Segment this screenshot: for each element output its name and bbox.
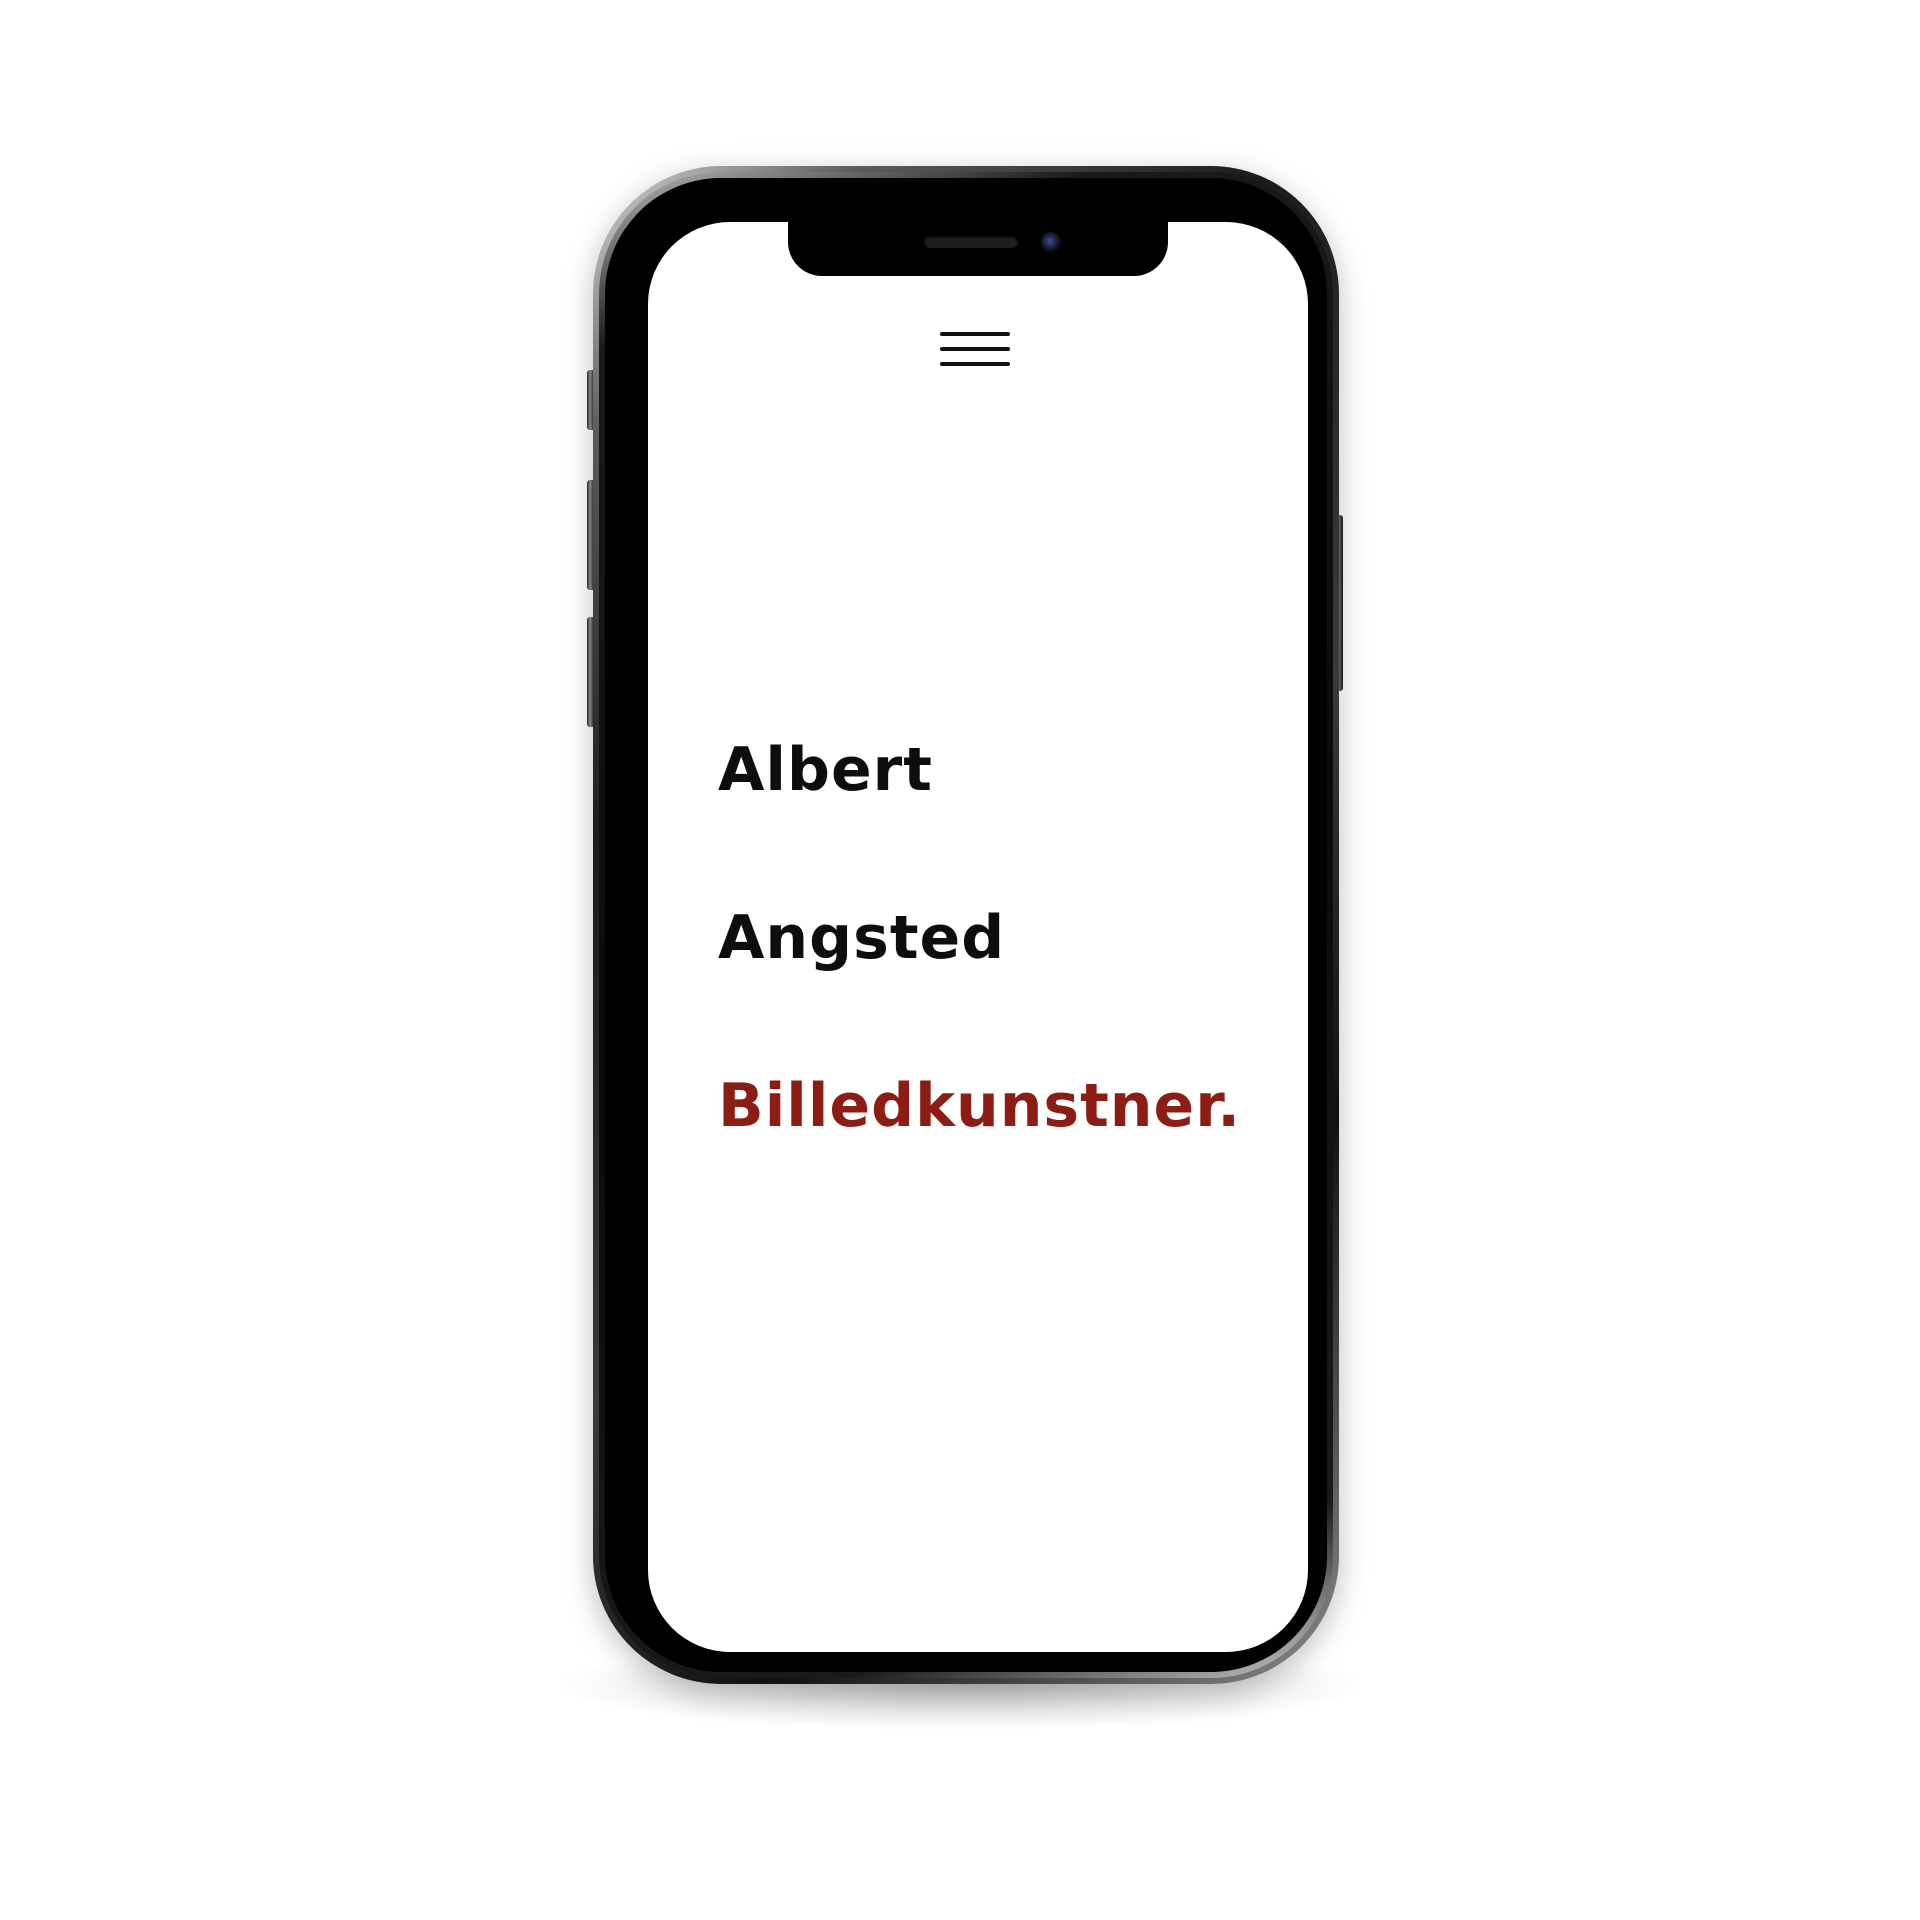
menu-bar-top [940,332,1010,336]
phone-bezel: Albert Angsted Billedkunstner. [605,178,1327,1672]
earpiece-speaker [924,236,1018,248]
last-name: Angsted [718,903,1006,973]
hamburger-menu-icon[interactable] [938,322,1012,378]
front-camera [1041,232,1061,252]
mockup-stage: Albert Angsted Billedkunstner. [0,0,1920,1920]
phone-screen: Albert Angsted Billedkunstner. [648,222,1308,1652]
phone-frame: Albert Angsted Billedkunstner. [593,166,1339,1684]
role-title: Billedkunstner. [718,1071,1242,1141]
first-name: Albert [718,735,933,805]
menu-bar-middle [940,347,1010,351]
phone-notch [788,222,1168,276]
menu-bar-bottom [940,362,1010,366]
hero-heading: Albert Angsted Billedkunstner. [718,730,1241,1234]
phone-frame-edge: Albert Angsted Billedkunstner. [599,172,1333,1678]
